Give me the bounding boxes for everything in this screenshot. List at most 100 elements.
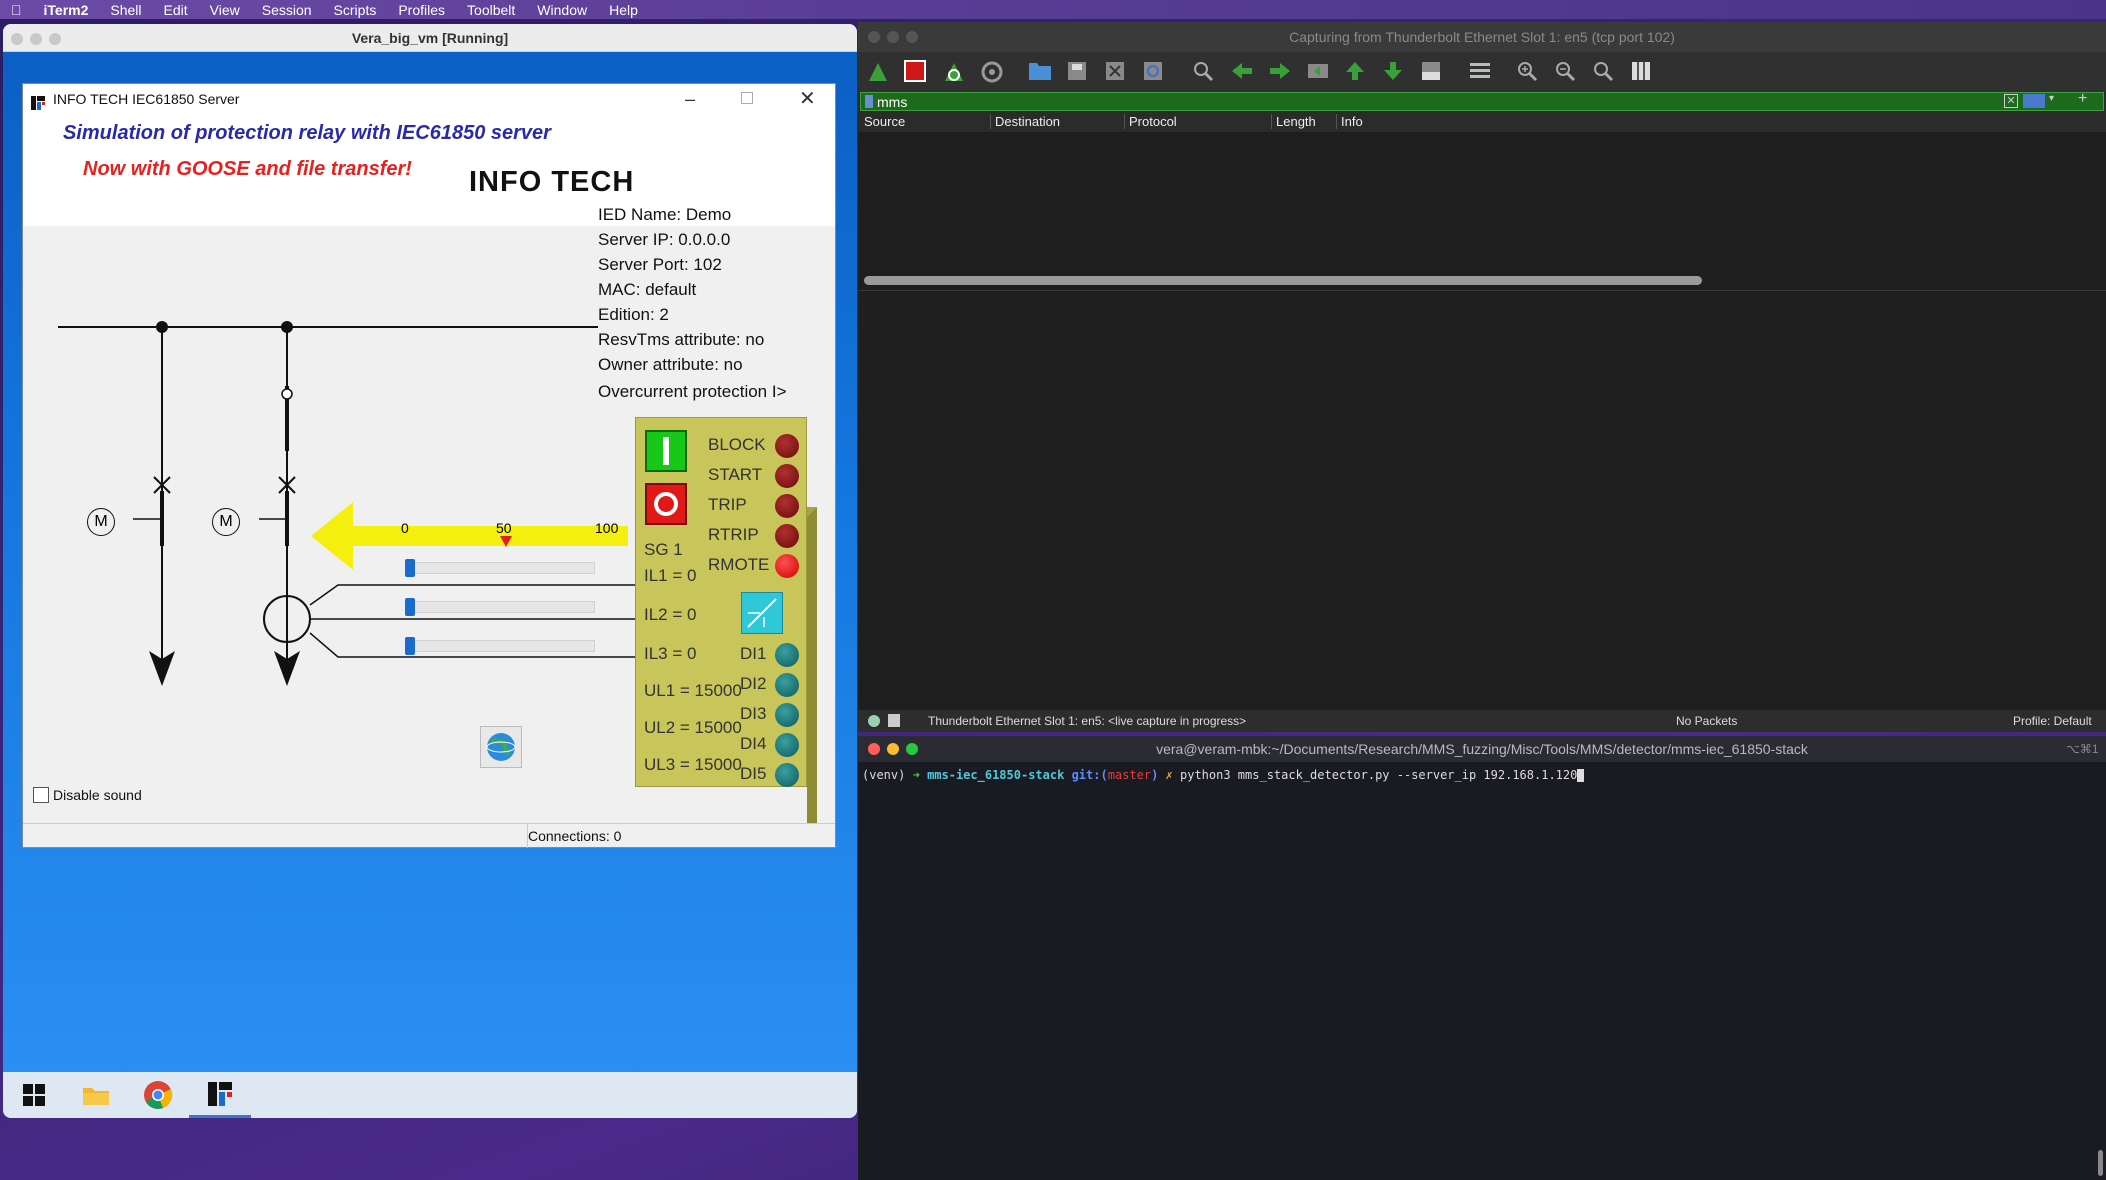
col-destination[interactable]: Destination bbox=[990, 114, 1060, 129]
go-to-packet-icon[interactable] bbox=[1306, 60, 1330, 82]
menu-window[interactable]: Window bbox=[526, 2, 598, 18]
wireshark-statusbar: Thunderbolt Ethernet Slot 1: en5: <live … bbox=[858, 710, 2106, 732]
close-icon[interactable]: ✕ bbox=[799, 84, 816, 114]
first-packet-icon[interactable] bbox=[1344, 60, 1366, 82]
filter-history-icon[interactable]: ▾ bbox=[2049, 93, 2054, 104]
close-breaker-button[interactable] bbox=[645, 430, 687, 472]
menu-session[interactable]: Session bbox=[251, 2, 323, 18]
connections-count: Connections: 0 bbox=[528, 828, 622, 844]
go-forward-icon[interactable] bbox=[1268, 60, 1292, 82]
add-filter-button-icon[interactable]: + bbox=[2078, 90, 2087, 108]
capture-comment-icon[interactable] bbox=[888, 714, 900, 727]
minimize-icon[interactable]: – bbox=[685, 84, 695, 114]
open-file-icon[interactable] bbox=[1028, 60, 1052, 82]
menu-view[interactable]: View bbox=[199, 2, 251, 18]
scale-100: 100 bbox=[595, 520, 619, 536]
colorize-icon[interactable] bbox=[1468, 60, 1492, 82]
status-profile[interactable]: Profile: Default bbox=[2013, 714, 2092, 728]
zoom-in-icon[interactable] bbox=[1516, 60, 1538, 82]
il1-slider-thumb[interactable] bbox=[405, 559, 415, 577]
di5-led bbox=[775, 763, 799, 787]
terminal-titlebar: vera@veram-mbk:~/Documents/Research/MMS_… bbox=[858, 736, 2106, 762]
open-breaker-button[interactable] bbox=[645, 483, 687, 525]
resvtms-attribute: ResvTms attribute: no bbox=[598, 330, 765, 349]
col-source[interactable]: Source bbox=[864, 114, 905, 129]
menu-profiles[interactable]: Profiles bbox=[387, 2, 456, 18]
zoom-icon[interactable] bbox=[49, 33, 61, 45]
zoom-out-icon[interactable] bbox=[1554, 60, 1576, 82]
di1-led bbox=[775, 643, 799, 667]
last-packet-icon[interactable] bbox=[1382, 60, 1404, 82]
terminal-shortcut: ⌥⌘1 bbox=[2066, 742, 2099, 756]
close-icon[interactable] bbox=[868, 743, 880, 755]
il2-slider-thumb[interactable] bbox=[405, 598, 415, 616]
il2-slider[interactable] bbox=[405, 598, 595, 616]
menu-shell[interactable]: Shell bbox=[99, 2, 152, 18]
infotech-app-icon[interactable] bbox=[189, 1072, 251, 1118]
minimize-icon[interactable] bbox=[30, 33, 42, 45]
col-protocol[interactable]: Protocol bbox=[1124, 114, 1177, 129]
find-packet-icon[interactable] bbox=[1192, 60, 1214, 82]
file-explorer-icon[interactable] bbox=[65, 1072, 127, 1118]
apply-filter-icon[interactable] bbox=[2023, 94, 2045, 108]
il3-slider-thumb[interactable] bbox=[405, 637, 415, 655]
di4-led bbox=[775, 733, 799, 757]
col-info[interactable]: Info bbox=[1336, 114, 1363, 129]
menu-help[interactable]: Help bbox=[598, 2, 649, 18]
terminal-command: python3 mms_stack_detector.py --server_i… bbox=[1180, 768, 1578, 782]
clear-filter-icon[interactable]: ✕ bbox=[2004, 94, 2018, 108]
capture-options-icon[interactable] bbox=[980, 60, 1004, 84]
stop-capture-icon[interactable] bbox=[904, 60, 926, 82]
menu-toolbelt[interactable]: Toolbelt bbox=[456, 2, 526, 18]
packet-list[interactable] bbox=[858, 132, 2106, 292]
il1-slider[interactable] bbox=[405, 559, 595, 577]
expert-info-icon[interactable] bbox=[868, 715, 880, 727]
di3-label: DI3 bbox=[740, 704, 767, 723]
resize-columns-icon[interactable] bbox=[1630, 60, 1652, 82]
menu-scripts[interactable]: Scripts bbox=[323, 2, 388, 18]
maximize-icon[interactable] bbox=[741, 92, 753, 104]
go-back-icon[interactable] bbox=[1230, 60, 1254, 82]
prompt-dir: mms-iec_61850-stack bbox=[927, 768, 1065, 782]
il2-value: IL2 = 0 bbox=[644, 605, 697, 624]
reload-file-icon[interactable] bbox=[1142, 60, 1164, 82]
restart-capture-icon[interactable] bbox=[942, 60, 966, 84]
windows-start-icon[interactable] bbox=[3, 1072, 65, 1118]
app-titlebar: INFO TECH IEC61850 Server – ✕ bbox=[23, 84, 835, 114]
git-branch: master bbox=[1107, 768, 1152, 782]
close-file-icon[interactable] bbox=[1104, 60, 1126, 82]
packet-list-header: Source Destination Protocol Length Info bbox=[858, 112, 2106, 132]
zoom-icon[interactable] bbox=[906, 743, 918, 755]
minimize-icon[interactable] bbox=[887, 31, 899, 43]
menu-app-name[interactable]: iTerm2 bbox=[33, 2, 100, 18]
col-length[interactable]: Length bbox=[1271, 114, 1316, 129]
trip-label: TRIP bbox=[708, 495, 747, 514]
terminal-scrollbar[interactable] bbox=[2098, 1150, 2103, 1176]
bookmark-icon[interactable] bbox=[865, 95, 873, 108]
zoom-icon[interactable] bbox=[906, 31, 918, 43]
apple-icon[interactable]:  bbox=[0, 2, 33, 18]
menu-edit[interactable]: Edit bbox=[153, 2, 199, 18]
reset-icon[interactable] bbox=[741, 592, 783, 634]
close-icon[interactable] bbox=[868, 31, 880, 43]
close-icon[interactable] bbox=[11, 33, 23, 45]
network-globe-icon[interactable] bbox=[480, 726, 522, 768]
overcurrent-label: Overcurrent protection I> bbox=[598, 382, 787, 401]
relay-panel: BLOCK START TRIP RTRIP RMOTE SG 1 IL1 = … bbox=[635, 417, 807, 787]
save-file-icon[interactable] bbox=[1066, 60, 1088, 82]
autoscroll-icon[interactable] bbox=[1420, 60, 1442, 82]
wireshark-titlebar: Capturing from Thunderbolt Ethernet Slot… bbox=[858, 22, 2106, 52]
normal-size-icon[interactable] bbox=[1592, 60, 1614, 82]
shark-fin-icon[interactable] bbox=[866, 60, 890, 84]
server-ip: Server IP: 0.0.0.0 bbox=[598, 230, 731, 249]
il3-slider[interactable] bbox=[405, 637, 595, 655]
display-filter-input[interactable]: mms ✕ ▾ bbox=[860, 92, 2104, 111]
terminal-prompt-line[interactable]: (venv) ➜ mms-iec_61850-stack git:(master… bbox=[862, 768, 1585, 782]
chrome-icon[interactable] bbox=[127, 1072, 189, 1118]
minimize-icon[interactable] bbox=[887, 743, 899, 755]
trip-led bbox=[775, 494, 799, 518]
packet-list-scrollbar[interactable] bbox=[864, 276, 1702, 285]
packet-details-pane[interactable] bbox=[858, 290, 2106, 710]
wireshark-window: Capturing from Thunderbolt Ethernet Slot… bbox=[858, 22, 2106, 732]
disable-sound-checkbox[interactable] bbox=[33, 787, 49, 803]
